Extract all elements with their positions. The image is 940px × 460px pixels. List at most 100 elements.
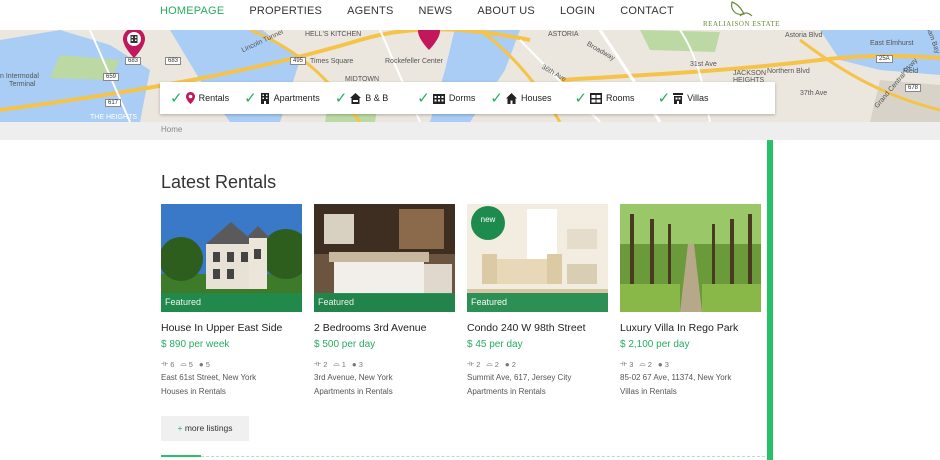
map-label-rockefeller: Rockefeller Center — [385, 58, 443, 65]
guests-count: 3 — [664, 359, 669, 369]
featured-label: Featured — [314, 293, 455, 312]
section-divider-accent — [161, 455, 201, 457]
beds-count: 2 — [323, 359, 328, 369]
listing-category[interactable]: Villas in Rentals — [620, 387, 761, 396]
filter-label: Apartments — [273, 93, 320, 103]
map-pin-icon — [185, 92, 195, 104]
guest-icon: ● — [198, 359, 204, 369]
nav-contact[interactable]: CONTACT — [620, 5, 674, 17]
bath-icon: ⌓ — [180, 359, 187, 368]
check-icon: ✓ — [574, 89, 588, 107]
listing-price: $ 45 per day — [467, 339, 523, 350]
filter-rooms[interactable]: ✓ Rooms — [574, 91, 634, 106]
filter-label: Rooms — [606, 93, 635, 103]
map-label-astoria-blvd: Astoria Blvd — [785, 32, 823, 39]
guests-count: 2 — [511, 359, 516, 369]
listing-category[interactable]: Apartments in Rentals — [467, 387, 608, 396]
breadcrumb-home[interactable]: Home — [161, 125, 182, 134]
guest-icon: ● — [351, 359, 357, 369]
nav-login[interactable]: LOGIN — [560, 5, 595, 17]
nav-properties[interactable]: PROPERTIES — [249, 5, 322, 17]
guests-count: 5 — [205, 359, 210, 369]
listing-title[interactable]: Condo 240 W 98th Street — [467, 322, 608, 334]
road-badge-659: 659 — [103, 73, 120, 81]
baths-count: 2 — [494, 359, 499, 369]
listing-title[interactable]: House In Upper East Side — [161, 322, 302, 334]
nav-homepage[interactable]: HOMEPAGE — [160, 5, 224, 17]
filter-label: Houses — [520, 93, 552, 103]
filter-houses[interactable]: ✓ Houses — [490, 91, 551, 106]
beds-count: 3 — [629, 359, 634, 369]
filter-label: Villas — [687, 93, 709, 103]
filter-label: B & B — [365, 93, 389, 103]
nav-agents[interactable]: AGENTS — [347, 5, 393, 17]
featured-label: Featured — [467, 293, 608, 312]
road-badge-495: 495 — [290, 57, 307, 65]
listing-card[interactable]: new Featured Condo 240 W 98th Street $ 4… — [467, 204, 608, 396]
check-icon: ✓ — [657, 89, 671, 107]
filter-b-and-b[interactable]: ✓ B & B — [335, 91, 389, 106]
check-icon: ✓ — [170, 89, 183, 107]
listing-card[interactable]: Featured House In Upper East Side $ 890 … — [161, 204, 302, 396]
house-icon — [505, 92, 517, 104]
listing-amenities: ⟛ 6 ⌓ 5 ● 5 — [161, 359, 302, 369]
listing-title[interactable]: 2 Bedrooms 3rd Avenue — [314, 322, 455, 334]
bed-icon: ⟛ — [467, 359, 475, 368]
more-listings-button[interactable]: + more listings — [161, 416, 249, 441]
section-title: Latest Rentals — [161, 172, 277, 192]
check-icon: ✓ — [417, 89, 430, 107]
road-badge-683a: 683 — [125, 57, 142, 65]
filter-apartments[interactable]: ✓ Apartments — [244, 91, 320, 106]
baths-count: 5 — [188, 359, 193, 369]
listing-amenities: ⟛ 3 ⌓ 2 ● 3 — [620, 359, 761, 369]
beds-count: 6 — [170, 359, 175, 369]
map-pin-icon[interactable] — [123, 28, 145, 58]
listing-address: Summit Ave, 617, Jersey City — [467, 373, 572, 382]
dorm-icon — [432, 93, 445, 104]
listing-image[interactable]: Featured — [314, 204, 455, 312]
map-label-31st-ave: 31st Ave — [690, 61, 717, 68]
guests-count: 3 — [358, 359, 363, 369]
bath-icon: ⌓ — [639, 359, 646, 368]
tree-path-photo — [620, 204, 761, 312]
check-icon: ✓ — [334, 89, 348, 107]
bed-home-icon — [350, 92, 362, 104]
filter-rentals[interactable]: ✓ Rentals — [170, 91, 229, 106]
listing-amenities: ⟛ 2 ⌓ 2 ● 2 — [467, 359, 608, 369]
listing-category[interactable]: Apartments in Rentals — [314, 387, 455, 396]
guest-icon: ● — [504, 359, 510, 369]
map-label-field: Field — [903, 68, 919, 75]
listing-category[interactable]: Houses in Rentals — [161, 387, 302, 396]
site-logo[interactable]: REALIAISON ESTATE — [700, 0, 780, 30]
map-label-intermodal: n Intermodal — [0, 73, 39, 80]
bath-icon: ⌓ — [486, 359, 493, 368]
villa-icon — [673, 92, 684, 104]
listing-price: $ 890 per week — [161, 339, 230, 350]
nav-news[interactable]: NEWS — [419, 5, 453, 17]
listing-price: $ 2,100 per day — [620, 339, 690, 350]
listing-card[interactable]: Luxury Villa In Rego Park $ 2,100 per da… — [620, 204, 761, 396]
filter-label: Rentals — [198, 93, 230, 103]
section-divider — [161, 456, 765, 457]
listing-image[interactable]: new Featured — [467, 204, 608, 312]
top-nav: HOMEPAGE PROPERTIES AGENTS NEWS ABOUT US… — [0, 0, 940, 30]
road-badge-683b: 683 — [165, 57, 182, 65]
listing-image[interactable]: Featured — [161, 204, 302, 312]
baths-count: 1 — [341, 359, 346, 369]
bed-icon: ⟛ — [161, 359, 169, 368]
breadcrumb-strip: Home — [0, 122, 940, 140]
listing-amenities: ⟛ 2 ⌓ 1 ● 3 — [314, 359, 455, 369]
map-label-jackson: JACKSON — [733, 70, 767, 77]
logo-leaf-icon — [731, 1, 753, 17]
listing-title[interactable]: Luxury Villa In Rego Park — [620, 322, 761, 334]
listing-image[interactable] — [620, 204, 761, 312]
baths-count: 2 — [647, 359, 652, 369]
listing-card[interactable]: Featured 2 Bedrooms 3rd Avenue $ 500 per… — [314, 204, 455, 396]
filter-villas[interactable]: ✓ Villas — [658, 91, 709, 106]
more-listings-label: more listings — [184, 423, 233, 433]
check-icon: ✓ — [244, 89, 257, 107]
filter-label: Dorms — [448, 93, 476, 103]
sidebar-accent-bar — [767, 140, 773, 460]
nav-about-us[interactable]: ABOUT US — [477, 5, 535, 17]
filter-dorms[interactable]: ✓ Dorms — [417, 91, 475, 106]
